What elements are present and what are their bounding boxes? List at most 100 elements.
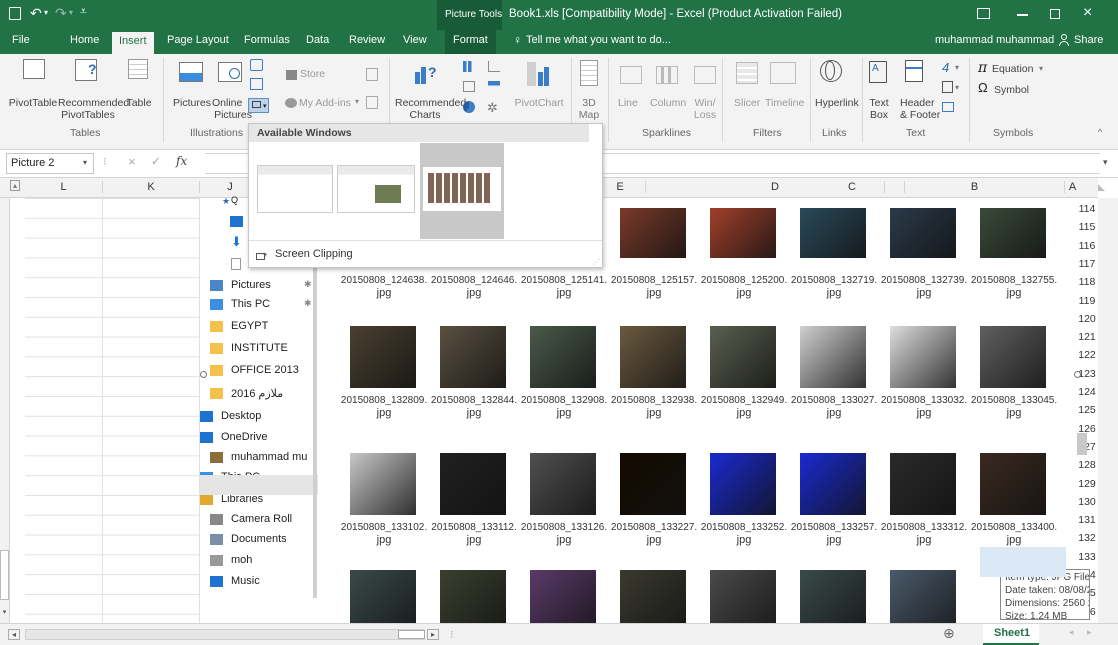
screenshot-button[interactable]: ▾ [248,98,269,113]
pie-chart-icon[interactable] [463,101,475,113]
file-thumbnail[interactable] [620,453,686,515]
file-name-label[interactable]: 20150808_133312. jpg [880,521,968,547]
nav-item[interactable]: muhammad mu [200,448,318,468]
file-thumbnail[interactable] [710,453,776,515]
bar-chart-icon[interactable] [488,81,500,92]
file-name-label[interactable]: 20150808_125157. jpg [610,274,698,300]
file-name-label[interactable]: 20150808_133102. jpg [340,521,428,547]
file-name-label[interactable]: 20150808_132755. jpg [970,274,1058,300]
recommended-pivottables-icon[interactable]: ? [75,59,97,81]
row-header[interactable]: 130 [1076,495,1098,510]
recommended-pivottables-label[interactable]: Recommended PivotTables [58,97,129,121]
nav-item[interactable]: INSTITUTE [200,339,318,359]
undo-icon[interactable]: ↶ [30,5,42,22]
file-name-label[interactable]: 20150808_133257. jpg [790,521,878,547]
vertical-scrollbar[interactable] [1098,198,1118,623]
file-thumbnail[interactable] [530,326,596,388]
cancel-edit-button[interactable]: × [128,154,136,169]
file-thumbnail[interactable] [800,570,866,623]
expand-formula-bar-icon[interactable]: ▾ [1103,157,1108,168]
restore-icon[interactable] [1050,9,1060,19]
row-header[interactable]: 120 [1076,312,1098,327]
window-thumbnail-1[interactable] [253,145,333,238]
tab-file[interactable]: File [12,34,30,46]
file-name-label[interactable]: 20150808_132809. jpg [340,394,428,420]
share-button[interactable]: Share [1074,34,1103,46]
file-thumbnail[interactable] [980,208,1046,258]
sparkline-line-label[interactable]: Line [618,97,638,109]
sparkline-column-icon[interactable] [656,66,678,84]
undo-dropdown-icon[interactable]: ▾ [44,8,48,17]
row-header[interactable]: 115 [1076,220,1098,235]
object-icon[interactable] [942,102,954,112]
file-thumbnail[interactable] [620,570,686,623]
textbox-label[interactable]: Text Box [868,97,890,121]
hierarchy-chart-icon[interactable] [463,81,475,92]
row-header[interactable]: 121 [1076,330,1098,345]
nav-item[interactable]: OneDrive [190,428,308,448]
file-thumbnail[interactable] [350,326,416,388]
pictures-label[interactable]: Pictures [172,97,212,109]
sheet-tab-sheet1[interactable]: Sheet1 [983,624,1039,645]
online-pictures-label[interactable]: Online Pictures [212,97,252,121]
scroll-thumb[interactable] [1077,433,1087,455]
tab-data[interactable]: Data [306,34,329,46]
3d-map-icon[interactable] [580,60,598,86]
close-icon[interactable]: × [1083,4,1092,22]
resize-handle-right[interactable] [1074,371,1081,378]
customize-qat-icon[interactable]: ⩡ [80,4,87,19]
file-thumbnail[interactable] [530,453,596,515]
textbox-icon[interactable]: A [869,61,887,83]
file-name-label[interactable]: 20150808_133045. jpg [970,394,1058,420]
file-thumbnail[interactable] [980,326,1046,388]
file-thumbnail[interactable] [620,326,686,388]
tab-formulas[interactable]: Formulas [244,34,290,46]
scroll-up-small-icon[interactable]: ▴ [10,180,20,191]
column-header-k[interactable]: K [103,181,200,193]
timeline-label[interactable]: Timeline [765,97,804,109]
file-thumbnail[interactable] [890,326,956,388]
recommended-charts-icon[interactable]: ? [415,64,437,84]
tab-insert[interactable]: Insert [112,32,154,54]
file-name-label[interactable]: 20150808_133400. jpg [970,521,1058,547]
screen-clipping-icon[interactable]: + [256,250,268,260]
new-sheet-button[interactable]: ⊕ [943,625,955,642]
nav-item[interactable]: moh [200,551,318,571]
scatter-chart-icon[interactable]: ✲ [487,100,498,116]
store-button[interactable]: Store [300,68,325,80]
file-thumbnail[interactable] [440,570,506,623]
sparkline-column-label[interactable]: Column [650,97,686,109]
row-header[interactable]: 128 [1076,458,1098,473]
nav-item[interactable]: Camera Roll [200,510,318,530]
file-name-label[interactable]: 20150808_133112. jpg [430,521,518,547]
nav-item[interactable]: This PC ✱ [200,295,318,315]
file-name-label[interactable]: 20150808_132938. jpg [610,394,698,420]
header-footer-label[interactable]: Header & Footer [900,97,940,121]
resize-handle-left[interactable] [200,371,207,378]
pivottable-label[interactable]: PivotTable [8,97,58,109]
column-header-c[interactable]: C [820,181,885,193]
nav-item[interactable]: Desktop [190,407,308,427]
file-name-label[interactable]: 20150808_133252. jpg [700,521,788,547]
file-name-label[interactable]: 20150808_125141. jpg [520,274,608,300]
row-header[interactable]: 125 [1076,403,1098,418]
timeline-icon[interactable] [770,62,796,84]
file-thumbnail[interactable] [620,208,686,258]
symbol-button[interactable]: Symbol [994,84,1029,96]
file-thumbnail[interactable] [710,570,776,623]
file-thumbnail[interactable] [800,208,866,258]
tab-review[interactable]: Review [349,34,385,46]
my-addins-icon[interactable] [285,98,297,108]
name-box[interactable]: Picture 2 ▾ [6,153,94,174]
nav-item[interactable]: OFFICE 2013 [200,361,318,381]
screen-clipping-button[interactable]: Screen Clipping [275,248,353,260]
window-thumbnail-2[interactable] [337,145,417,238]
row-header[interactable]: 116 [1076,239,1098,254]
file-name-label[interactable]: 20150808_132719. jpg [790,274,878,300]
file-thumbnail[interactable] [980,453,1046,515]
store-icon[interactable] [286,70,297,80]
nav-item[interactable]: Documents [200,530,318,550]
nav-scrollbar[interactable] [313,218,317,598]
tab-home[interactable]: Home [70,34,99,46]
save-icon[interactable] [9,7,21,20]
